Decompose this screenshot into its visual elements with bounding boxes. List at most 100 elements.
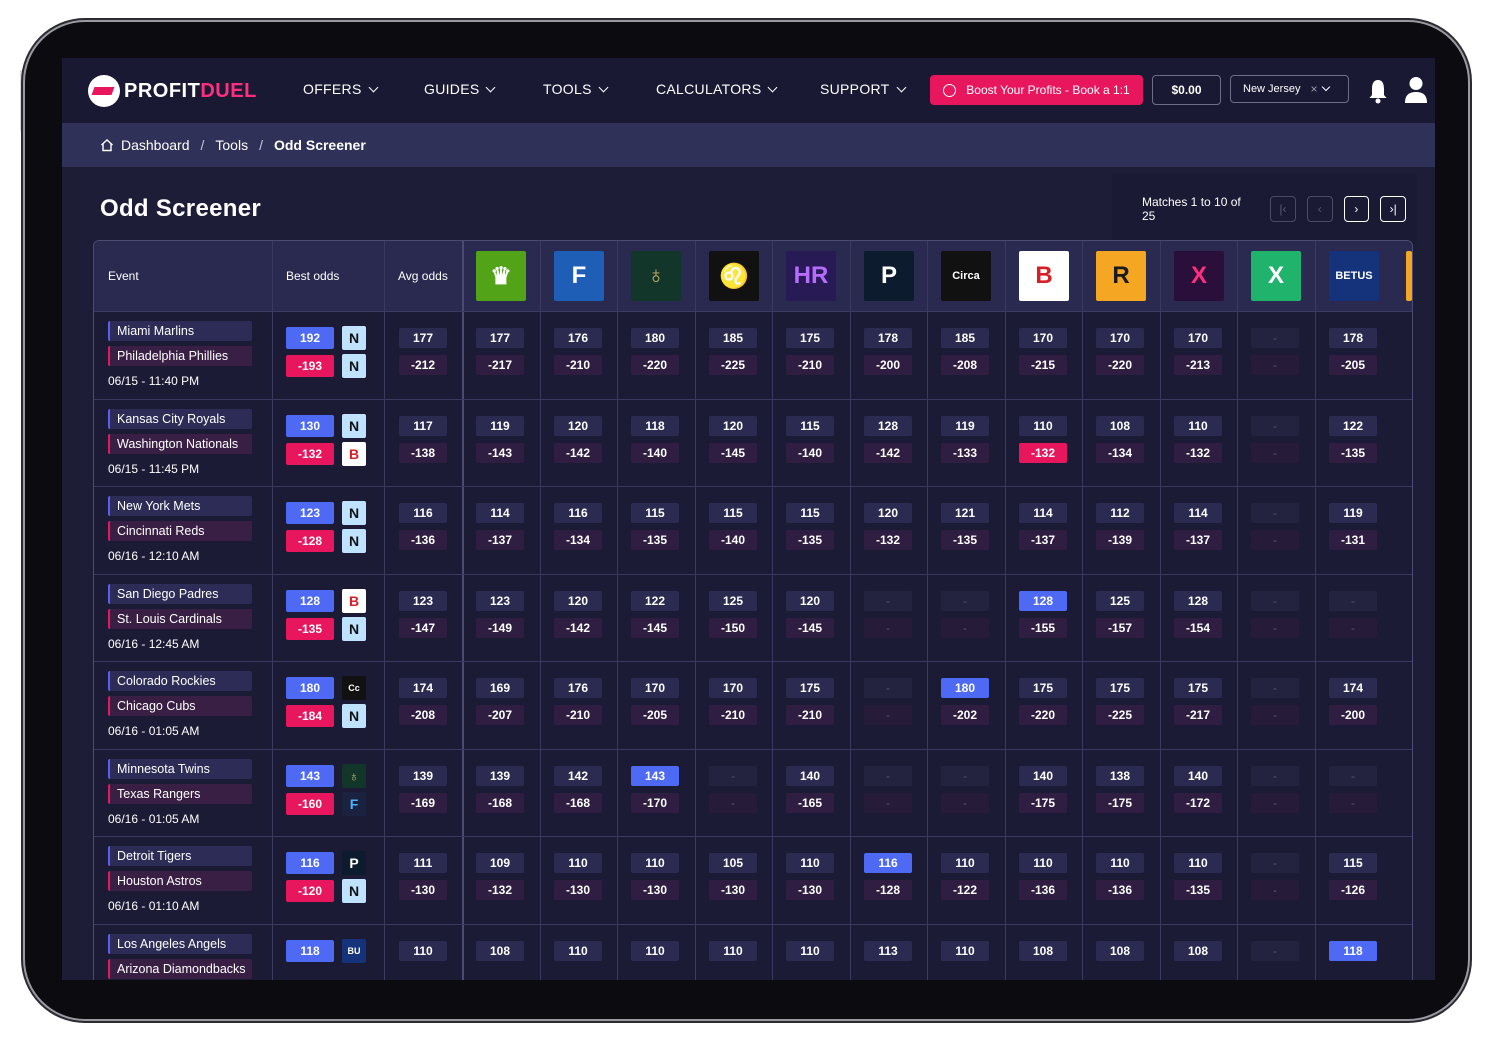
odds-cell[interactable]: -122: [941, 880, 989, 900]
odds-cell[interactable]: 110: [786, 853, 834, 873]
odds-cell[interactable]: -128: [864, 880, 912, 900]
odds-cell[interactable]: 140: [1019, 765, 1067, 786]
odds-cell[interactable]: 175: [1096, 678, 1144, 698]
odds-cell[interactable]: -145: [786, 617, 834, 638]
odds-cell[interactable]: -132: [1174, 442, 1222, 463]
odds-cell[interactable]: 115: [786, 415, 834, 436]
odds-cell[interactable]: -168: [554, 792, 602, 813]
odds-cell[interactable]: 108: [1174, 940, 1222, 961]
odds-cell[interactable]: 119: [941, 415, 989, 436]
odds-cell[interactable]: 125: [1096, 590, 1144, 611]
odds-cell[interactable]: -210: [554, 355, 602, 375]
odds-cell[interactable]: 110: [709, 940, 757, 961]
odds-cell[interactable]: -149: [476, 617, 524, 638]
odds-cell[interactable]: 140: [1174, 765, 1222, 786]
odds-cell[interactable]: 143: [631, 765, 679, 786]
odds-cell[interactable]: 170: [1174, 328, 1222, 348]
odds-cell[interactable]: 105: [709, 853, 757, 873]
odds-cell[interactable]: -136: [1096, 880, 1144, 900]
odds-cell[interactable]: 108: [1096, 940, 1144, 961]
clear-state-icon[interactable]: ×: [1310, 82, 1317, 96]
odds-cell[interactable]: -205: [631, 705, 679, 725]
sportsbook-logo-betus[interactable]: BETUS: [1329, 251, 1379, 301]
odds-cell[interactable]: -207: [476, 705, 524, 725]
odds-cell[interactable]: -140: [631, 442, 679, 463]
odds-cell[interactable]: -142: [864, 442, 912, 463]
next-page-button[interactable]: ›: [1343, 196, 1370, 222]
sportsbook-logo-draftkings[interactable]: ♛: [476, 251, 526, 301]
last-page-button[interactable]: ›|: [1380, 196, 1407, 222]
odds-cell[interactable]: 119: [476, 415, 524, 436]
best-odds-away[interactable]: -184: [286, 705, 334, 727]
odds-cell[interactable]: 110: [1096, 853, 1144, 873]
nav-guides[interactable]: GUIDES: [424, 81, 496, 97]
odds-cell[interactable]: 140: [786, 765, 834, 786]
odds-cell[interactable]: 170: [709, 678, 757, 698]
odds-cell[interactable]: -143: [476, 442, 524, 463]
odds-cell[interactable]: -130: [786, 880, 834, 900]
sportsbook-logo-bally[interactable]: B: [1019, 251, 1069, 301]
best-odds-away[interactable]: -160: [286, 792, 334, 815]
nav-support[interactable]: SUPPORT: [820, 81, 906, 97]
header-best-odds[interactable]: Best odds: [286, 241, 339, 311]
odds-cell[interactable]: -145: [709, 442, 757, 463]
odds-cell[interactable]: 110: [631, 940, 679, 961]
odds-cell[interactable]: -157: [1096, 617, 1144, 638]
odds-cell[interactable]: 110: [941, 940, 989, 961]
odds-cell[interactable]: 176: [554, 328, 602, 348]
odds-cell[interactable]: 128: [864, 415, 912, 436]
odds-cell[interactable]: -154: [1174, 617, 1222, 638]
odds-cell[interactable]: -210: [786, 355, 834, 375]
odds-cell[interactable]: 115: [631, 503, 679, 523]
odds-cell[interactable]: -175: [1096, 792, 1144, 813]
odds-cell[interactable]: -225: [709, 355, 757, 375]
odds-cell[interactable]: 122: [1329, 415, 1377, 436]
odds-cell[interactable]: 119: [1329, 503, 1377, 523]
odds-cell[interactable]: 123: [476, 590, 524, 611]
odds-cell[interactable]: 175: [786, 328, 834, 348]
odds-cell[interactable]: -200: [1329, 705, 1377, 725]
best-odds-away[interactable]: -135: [286, 617, 334, 640]
odds-cell[interactable]: 110: [1174, 853, 1222, 873]
odds-cell[interactable]: -135: [631, 530, 679, 550]
odds-cell[interactable]: 175: [786, 678, 834, 698]
odds-cell[interactable]: 175: [1174, 678, 1222, 698]
best-odds-home[interactable]: 143: [286, 764, 334, 787]
sportsbook-logo-circa[interactable]: Circa: [941, 251, 991, 301]
odds-cell[interactable]: -131: [1329, 530, 1377, 550]
state-selector[interactable]: New Jersey ×: [1230, 75, 1349, 103]
odds-cell[interactable]: -142: [554, 442, 602, 463]
odds-cell[interactable]: 170: [1096, 328, 1144, 348]
sportsbook-logo-betmgm[interactable]: ♌: [709, 251, 759, 301]
odds-cell[interactable]: 178: [1329, 328, 1377, 348]
odds-cell[interactable]: 114: [476, 503, 524, 523]
sportsbook-logo-goldennugget[interactable]: ♁: [631, 251, 681, 301]
best-odds-away[interactable]: -128: [286, 530, 334, 552]
odds-cell[interactable]: 120: [709, 415, 757, 436]
sportsbook-logo-sportsbookx[interactable]: X: [1251, 251, 1301, 301]
odds-cell[interactable]: -225: [1096, 705, 1144, 725]
odds-cell[interactable]: 128: [1174, 590, 1222, 611]
odds-cell[interactable]: -134: [554, 530, 602, 550]
odds-cell[interactable]: -135: [786, 530, 834, 550]
odds-cell[interactable]: -135: [941, 530, 989, 550]
user-profile-icon[interactable]: [1404, 76, 1428, 104]
odds-cell[interactable]: 139: [476, 765, 524, 786]
odds-cell[interactable]: -132: [476, 880, 524, 900]
odds-cell[interactable]: -130: [631, 880, 679, 900]
odds-cell[interactable]: 115: [786, 503, 834, 523]
odds-cell[interactable]: -217: [1174, 705, 1222, 725]
first-page-button[interactable]: |‹: [1270, 196, 1296, 222]
odds-cell[interactable]: -220: [631, 355, 679, 375]
odds-cell[interactable]: -137: [1174, 530, 1222, 550]
odds-cell[interactable]: 125: [709, 590, 757, 611]
odds-cell[interactable]: -135: [1174, 880, 1222, 900]
odds-cell[interactable]: -210: [554, 705, 602, 725]
home-icon[interactable]: [100, 138, 114, 152]
account-balance[interactable]: $0.00: [1152, 75, 1221, 105]
odds-cell[interactable]: -136: [1019, 880, 1067, 900]
odds-cell[interactable]: 112: [1096, 503, 1144, 523]
odds-cell[interactable]: -210: [786, 705, 834, 725]
odds-cell[interactable]: -220: [1019, 705, 1067, 725]
odds-cell[interactable]: -134: [1096, 442, 1144, 463]
